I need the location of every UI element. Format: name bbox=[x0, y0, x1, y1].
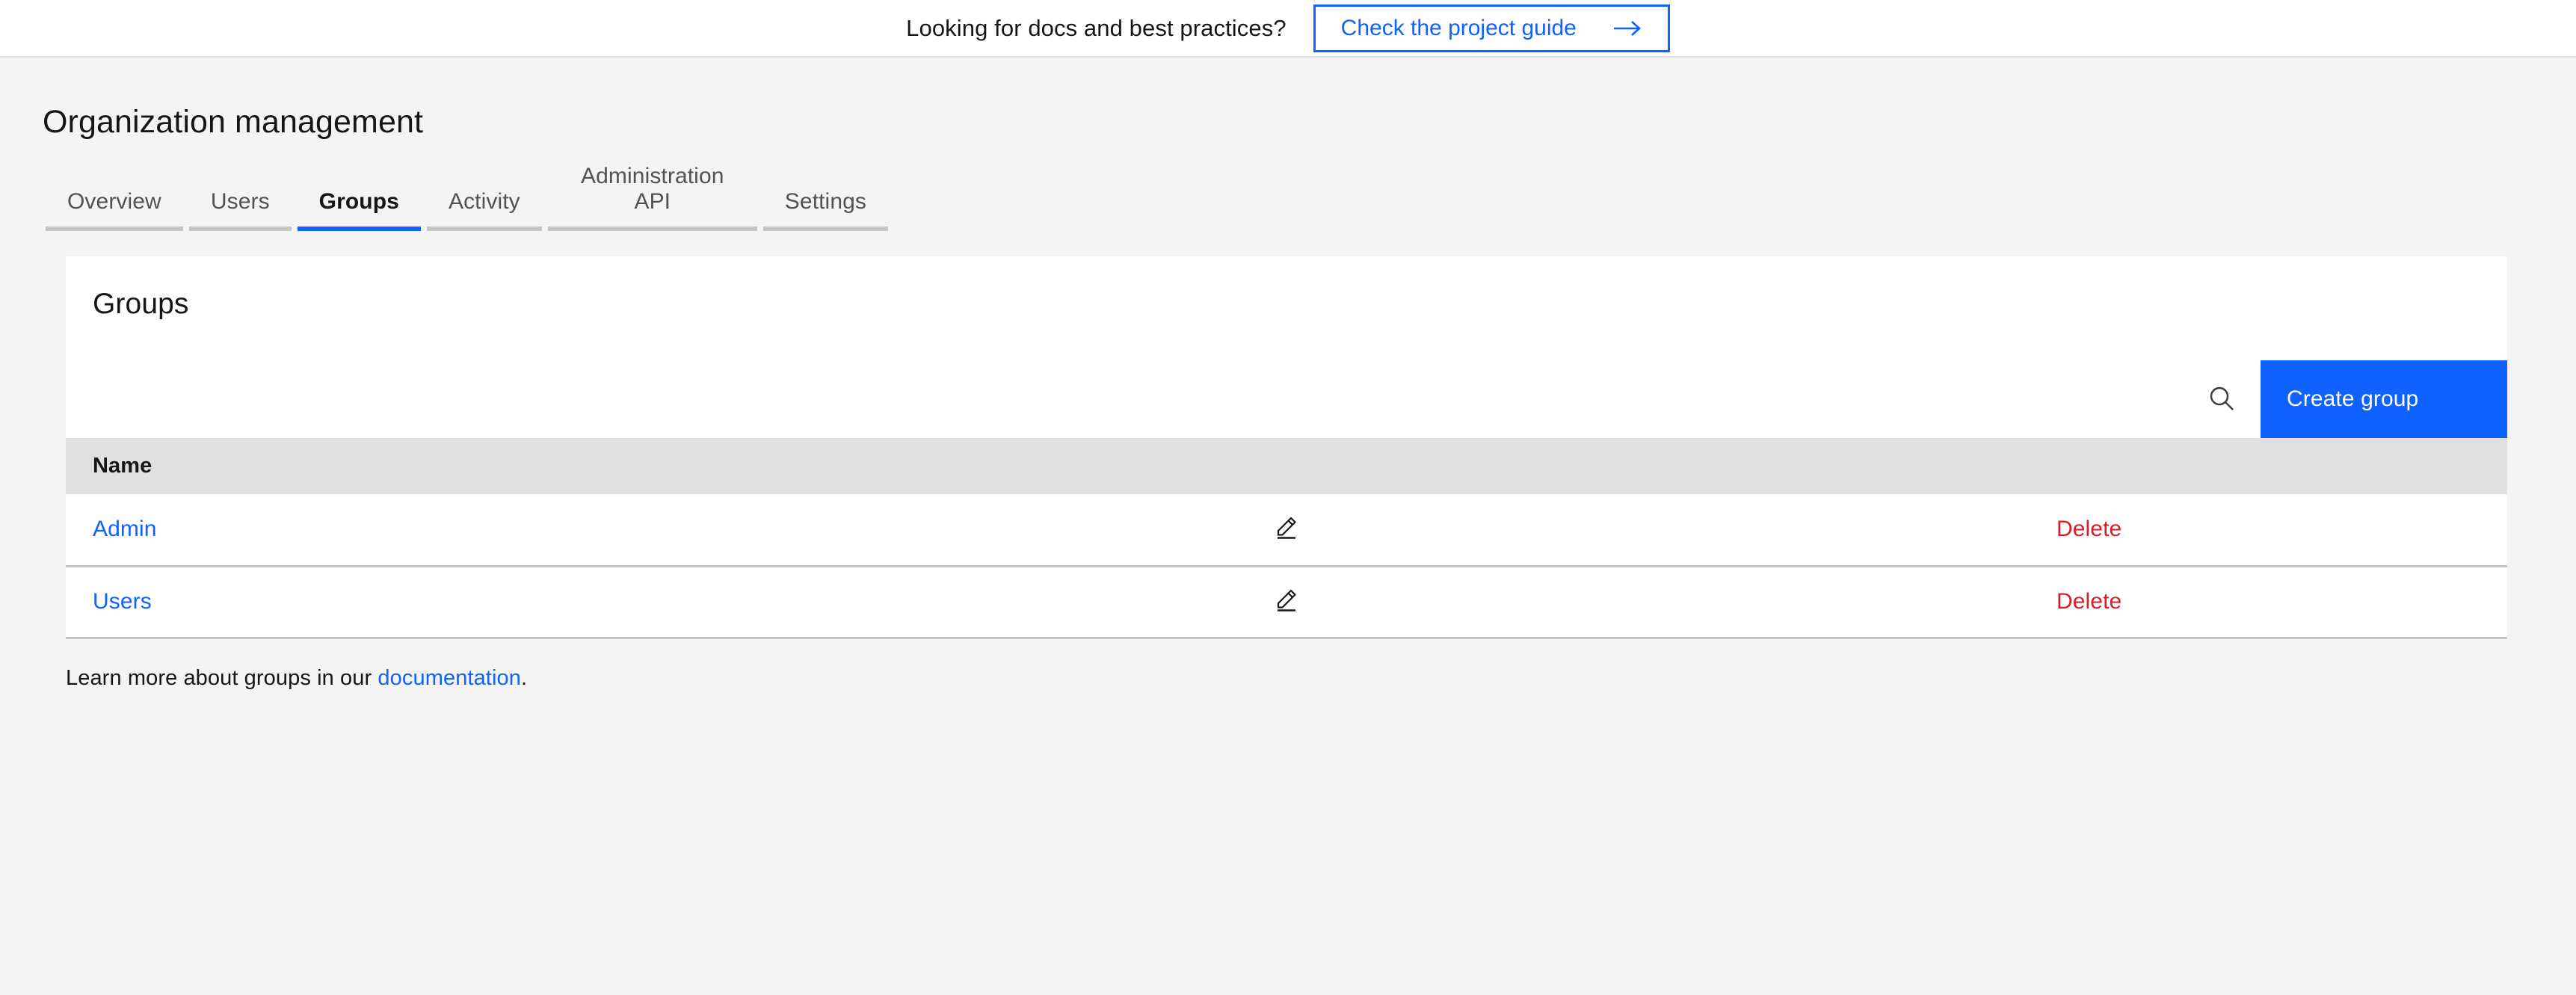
delete-group-link[interactable]: Delete bbox=[2056, 589, 2121, 614]
group-edit-cell bbox=[879, 566, 1694, 639]
footer-note-prefix: Learn more about groups in our bbox=[66, 665, 378, 690]
tab-administration-api[interactable]: Administration API bbox=[545, 164, 760, 231]
delete-group-link[interactable]: Delete bbox=[2056, 517, 2121, 541]
tab-label: Settings bbox=[784, 189, 866, 214]
tab-activity[interactable]: Activity bbox=[424, 189, 545, 231]
footer-note-suffix: . bbox=[520, 665, 528, 690]
documentation-link[interactable]: documentation bbox=[378, 666, 521, 690]
pencil-edit-icon bbox=[1272, 512, 1301, 543]
check-project-guide-button[interactable]: Check the project guide bbox=[1313, 4, 1670, 52]
group-name-cell: Admin bbox=[66, 494, 880, 567]
page-title: Organization management bbox=[43, 104, 424, 140]
group-name-cell: Users bbox=[66, 566, 880, 639]
group-link-users[interactable]: Users bbox=[93, 589, 152, 614]
tab-bar: Overview Users Groups Activity Administr… bbox=[43, 164, 891, 231]
table-header-row: Name bbox=[66, 438, 2507, 494]
column-header-delete bbox=[1693, 438, 2507, 494]
group-link-admin[interactable]: Admin bbox=[93, 517, 157, 541]
table-toolbar: Create group bbox=[66, 360, 2507, 438]
create-group-button[interactable]: Create group bbox=[2261, 360, 2507, 438]
column-header-name: Name bbox=[66, 438, 880, 494]
promo-button-label: Check the project guide bbox=[1340, 15, 1577, 40]
tab-label: Administration API bbox=[581, 164, 724, 214]
group-delete-cell: Delete bbox=[1693, 566, 2507, 639]
card-title: Groups bbox=[93, 288, 189, 320]
table-body: Admin Delete Users Delete bbox=[66, 494, 2507, 639]
search-button[interactable] bbox=[2183, 360, 2261, 438]
group-delete-cell: Delete bbox=[1693, 494, 2507, 567]
tab-users[interactable]: Users bbox=[186, 189, 295, 231]
tab-label: Activity bbox=[448, 189, 520, 214]
page-body: Organization management Overview Users G… bbox=[0, 58, 2576, 995]
tab-label: Users bbox=[210, 189, 270, 214]
promo-banner: Looking for docs and best practices? Che… bbox=[0, 0, 2576, 58]
tab-groups[interactable]: Groups bbox=[295, 189, 424, 231]
table-row: Users Delete bbox=[66, 566, 2507, 639]
tab-label: Overview bbox=[67, 189, 161, 214]
arrow-right-icon bbox=[1612, 19, 1642, 38]
groups-table: Name Admin Delete Users Delete bbox=[66, 438, 2507, 639]
search-icon bbox=[2207, 384, 2236, 415]
column-header-edit bbox=[879, 438, 1694, 494]
promo-message: Looking for docs and best practices? bbox=[906, 14, 1287, 41]
group-edit-cell bbox=[879, 494, 1694, 567]
edit-group-button[interactable] bbox=[1272, 512, 1301, 543]
pencil-edit-icon bbox=[1272, 585, 1301, 615]
table-row: Admin Delete bbox=[66, 494, 2507, 567]
tab-label: Groups bbox=[318, 189, 399, 214]
footer-note: Learn more about groups in our documenta… bbox=[66, 666, 2576, 691]
tab-overview[interactable]: Overview bbox=[43, 189, 186, 231]
edit-group-button[interactable] bbox=[1272, 585, 1301, 615]
groups-card: Groups Create group Name Admin Delete Us… bbox=[66, 256, 2507, 639]
table-head: Name bbox=[66, 438, 2507, 494]
tab-settings[interactable]: Settings bbox=[760, 189, 891, 231]
